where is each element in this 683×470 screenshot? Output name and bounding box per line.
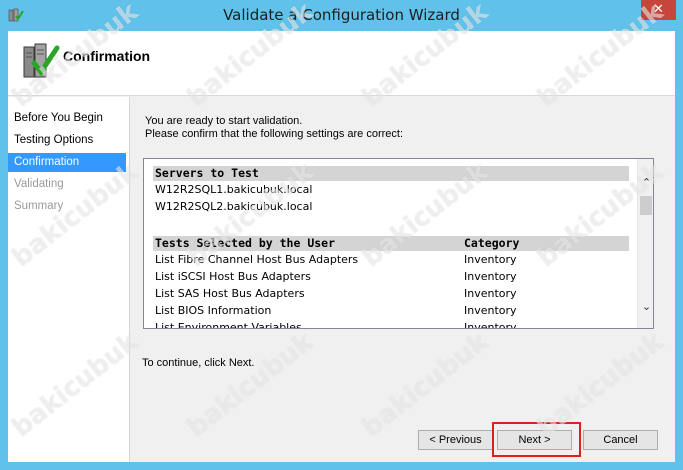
test-row: List Fibre Channel Host Bus Adapters Inv… — [153, 251, 629, 268]
nav-step-validating: Validating — [14, 178, 64, 190]
continue-instruction: To continue, click Next. — [142, 357, 255, 369]
servers-heading: Servers to Test — [155, 166, 259, 180]
scroll-up-icon[interactable]: ⌃ — [638, 175, 653, 192]
nav-step-summary: Summary — [14, 200, 64, 212]
window-title: Validate a Configuration Wizard — [223, 6, 460, 24]
close-icon: ✕ — [653, 2, 664, 17]
nav-step-testing-options[interactable]: Testing Options — [8, 131, 126, 150]
tests-section-header: Tests Selected by the User Category — [153, 236, 629, 251]
test-category: Inventory — [464, 287, 517, 300]
page-title: Confirmation — [63, 48, 151, 64]
test-row: List SAS Host Bus Adapters Inventory — [153, 285, 629, 302]
test-category: Inventory — [464, 304, 517, 317]
settings-listbox[interactable]: Servers to Test W12R2SQL1.bakicubuk.loca… — [143, 158, 654, 329]
intro-line-1: You are ready to start validation. — [145, 115, 303, 127]
nav-step-confirmation[interactable]: Confirmation — [8, 153, 126, 172]
test-row: List Environment Variables Inventory — [153, 319, 629, 329]
server-check-icon — [20, 41, 60, 83]
scroll-thumb[interactable] — [640, 196, 652, 215]
wizard-content: You are ready to start validation. Pleas… — [131, 97, 675, 462]
test-category: Inventory — [464, 270, 517, 283]
intro-text: You are ready to start validation. Pleas… — [145, 115, 403, 141]
previous-button[interactable]: < Previous — [418, 430, 493, 450]
intro-line-2: Please confirm that the following settin… — [145, 128, 404, 140]
test-row: List BIOS Information Inventory — [153, 302, 629, 319]
close-button[interactable]: ✕ — [641, 0, 676, 20]
tests-heading: Tests Selected by the User — [155, 236, 336, 250]
test-category: Inventory — [464, 253, 517, 266]
test-category: Inventory — [464, 321, 517, 329]
test-name: List Environment Variables — [155, 321, 302, 329]
test-name: List BIOS Information — [155, 304, 272, 317]
test-name: List iSCSI Host Bus Adapters — [155, 270, 311, 283]
test-name: List Fibre Channel Host Bus Adapters — [155, 253, 359, 266]
title-bar[interactable]: Validate a Configuration Wizard ✕ — [0, 0, 683, 30]
server-row: W12R2SQL1.bakicubuk.local — [155, 183, 313, 196]
servers-section-header: Servers to Test — [153, 166, 629, 181]
wizard-client-area: Confirmation Before You Begin Testing Op… — [8, 31, 675, 462]
next-button[interactable]: Next > — [497, 430, 572, 450]
wizard-steps-nav: Before You Begin Testing Options Confirm… — [8, 97, 130, 462]
server-row: W12R2SQL2.bakicubuk.local — [155, 200, 313, 213]
test-name: List SAS Host Bus Adapters — [155, 287, 305, 300]
vertical-scrollbar[interactable]: ⌃ ⌄ — [637, 159, 653, 328]
cancel-button[interactable]: Cancel — [583, 430, 658, 450]
nav-step-before-you-begin[interactable]: Before You Begin — [8, 109, 126, 128]
scroll-down-icon[interactable]: ⌄ — [638, 299, 653, 316]
test-row: List iSCSI Host Bus Adapters Inventory — [153, 268, 629, 285]
wizard-window: Validate a Configuration Wizard ✕ Confir… — [0, 0, 683, 470]
wizard-header: Confirmation — [8, 31, 675, 96]
category-heading: Category — [464, 236, 520, 250]
